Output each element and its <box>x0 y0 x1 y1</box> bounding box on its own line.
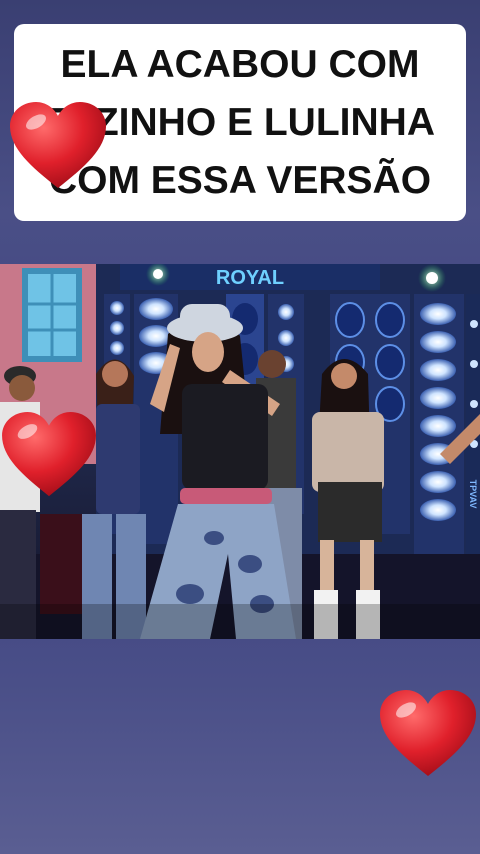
stage-sign: ROYAL <box>216 267 284 289</box>
heart-icon <box>378 688 478 780</box>
caption-line-1: ELA ACABOU COM <box>60 42 420 86</box>
background-dancer <box>0 366 40 639</box>
banner-text: TPVAV <box>468 480 478 509</box>
heart-icon <box>0 410 98 500</box>
heart-icon <box>8 100 108 192</box>
